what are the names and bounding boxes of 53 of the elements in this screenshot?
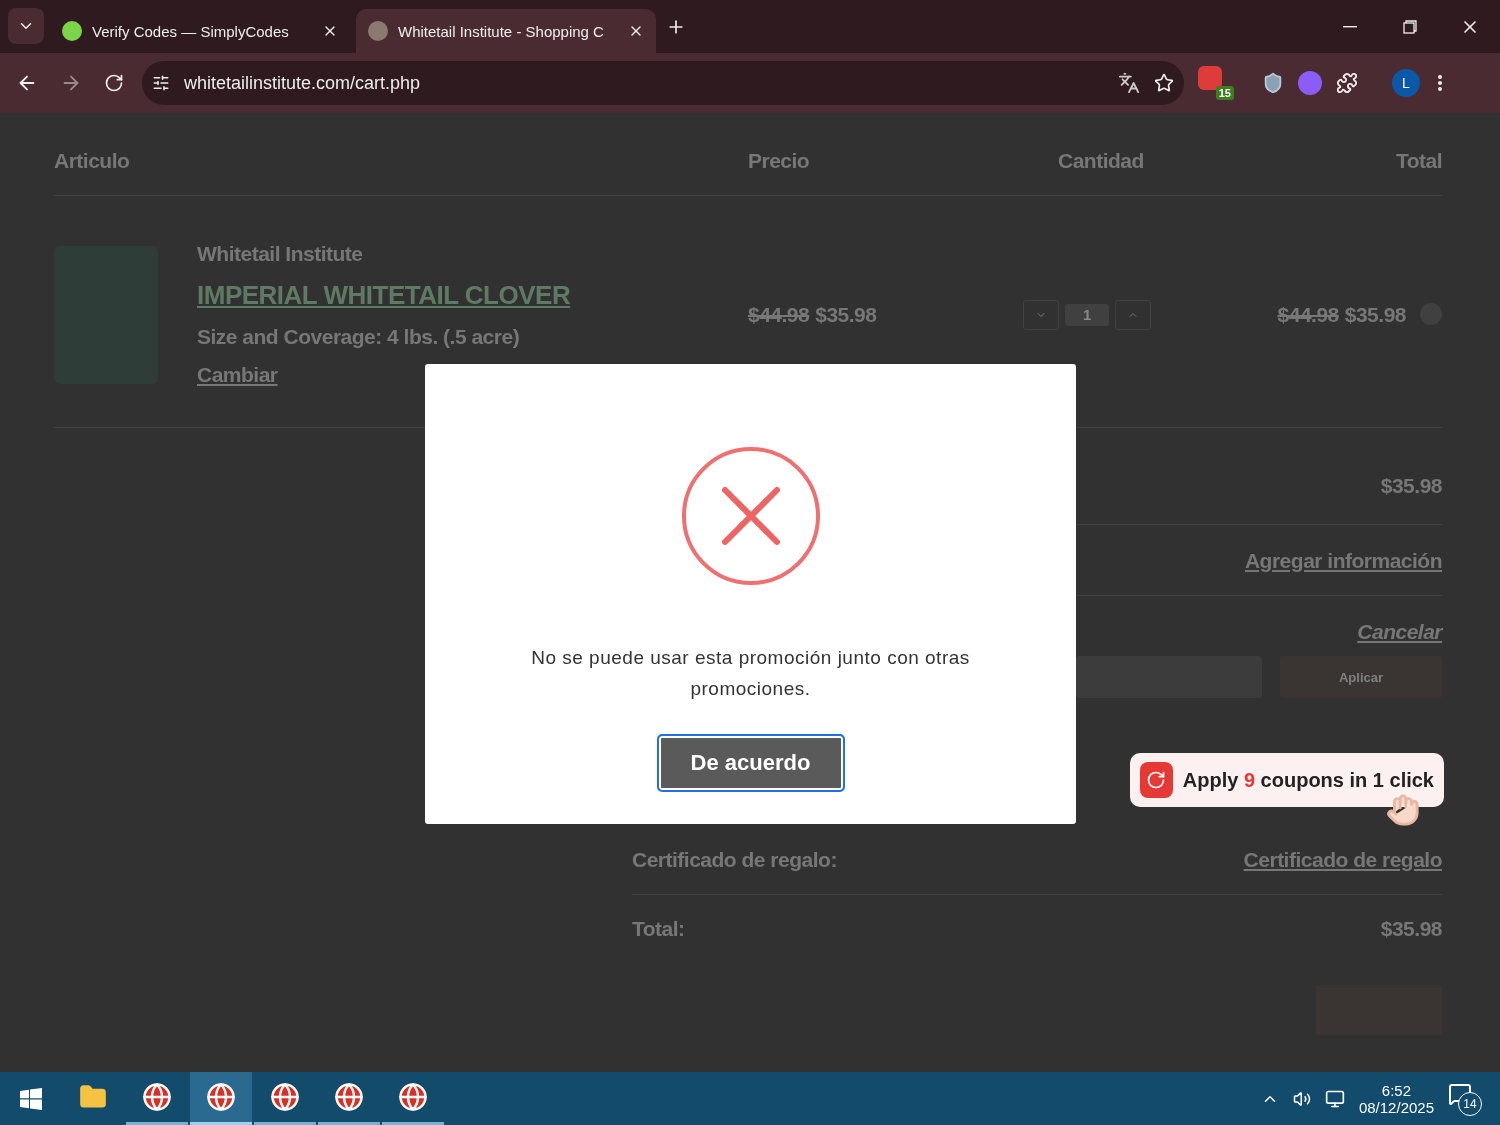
price: $35.98 [815,302,877,327]
restore-icon [1403,19,1417,34]
bookmark-star-icon[interactable] [1154,73,1174,93]
item-total: $35.98 [1344,302,1406,327]
total-label: Total: [632,917,685,941]
shield-icon[interactable] [1262,72,1284,94]
ok-button[interactable]: De acuerdo [656,734,845,792]
favicon-icon [62,21,82,41]
volume-icon[interactable] [1292,1089,1311,1108]
notification-count: 14 [1458,1091,1482,1116]
gift-label: Certificado de regalo: [632,848,837,872]
site-settings-icon[interactable] [152,74,170,92]
extensions-icon[interactable] [1336,72,1358,94]
brand-name: Whitetail Institute [197,242,363,266]
extension-icon[interactable] [1298,71,1322,95]
profile-avatar[interactable]: L [1392,69,1420,97]
globe-icon [270,1082,300,1112]
clock[interactable]: 6:52 08/12/2025 [1358,1081,1434,1116]
column-header: Articulo [54,149,131,173]
browser-tab[interactable]: Verify Codes — SimplyCodes [50,9,350,53]
globe-icon [334,1082,364,1112]
globe-icon [142,1082,172,1112]
coupon-logo-icon [1140,762,1173,798]
globe-icon [206,1082,236,1112]
old-total: $44.98 [1277,302,1339,327]
favicon-icon [368,21,388,41]
coupon-popup-text: Apply 9 coupons in 1 click [1182,768,1434,792]
total-value: $35.98 [1380,917,1442,941]
column-header: Total [1395,149,1442,173]
address-bar[interactable]: whitetailinstitute.com/cart.php [142,61,1184,105]
windows-logo-icon [20,1087,42,1110]
extension-badge: 15 [1215,86,1234,100]
menu-icon [1438,75,1442,91]
subtotal-value: $35.98 [1380,474,1442,498]
minimize-icon [1343,25,1357,28]
product-option: Size and Coverage: 4 lbs. (.5 acre) [197,325,520,349]
old-price: $44.98 [748,302,810,327]
globe-icon [398,1082,428,1112]
column-header: Cantidad [1058,149,1145,173]
folder-icon [79,1083,107,1111]
column-header: Precio [748,149,811,173]
translate-icon[interactable] [1118,72,1140,94]
browser-tab[interactable]: Whitetail Institute - Shopping C [356,9,656,53]
network-icon[interactable] [1324,1088,1345,1109]
error-x-icon [680,446,821,586]
coupon-input[interactable] [1076,656,1262,698]
coupon-popup[interactable]: Apply 9 coupons in 1 click [1130,753,1444,807]
dialog-message: No se puede usar esta promoción junto con otras promociones. [530,646,971,701]
taskbar-app[interactable] [190,1072,252,1125]
tab-search-button[interactable] [8,8,44,44]
reload-icon [104,73,124,93]
pointing-hand-icon [1386,793,1420,827]
extension-icon[interactable] [1198,66,1222,90]
